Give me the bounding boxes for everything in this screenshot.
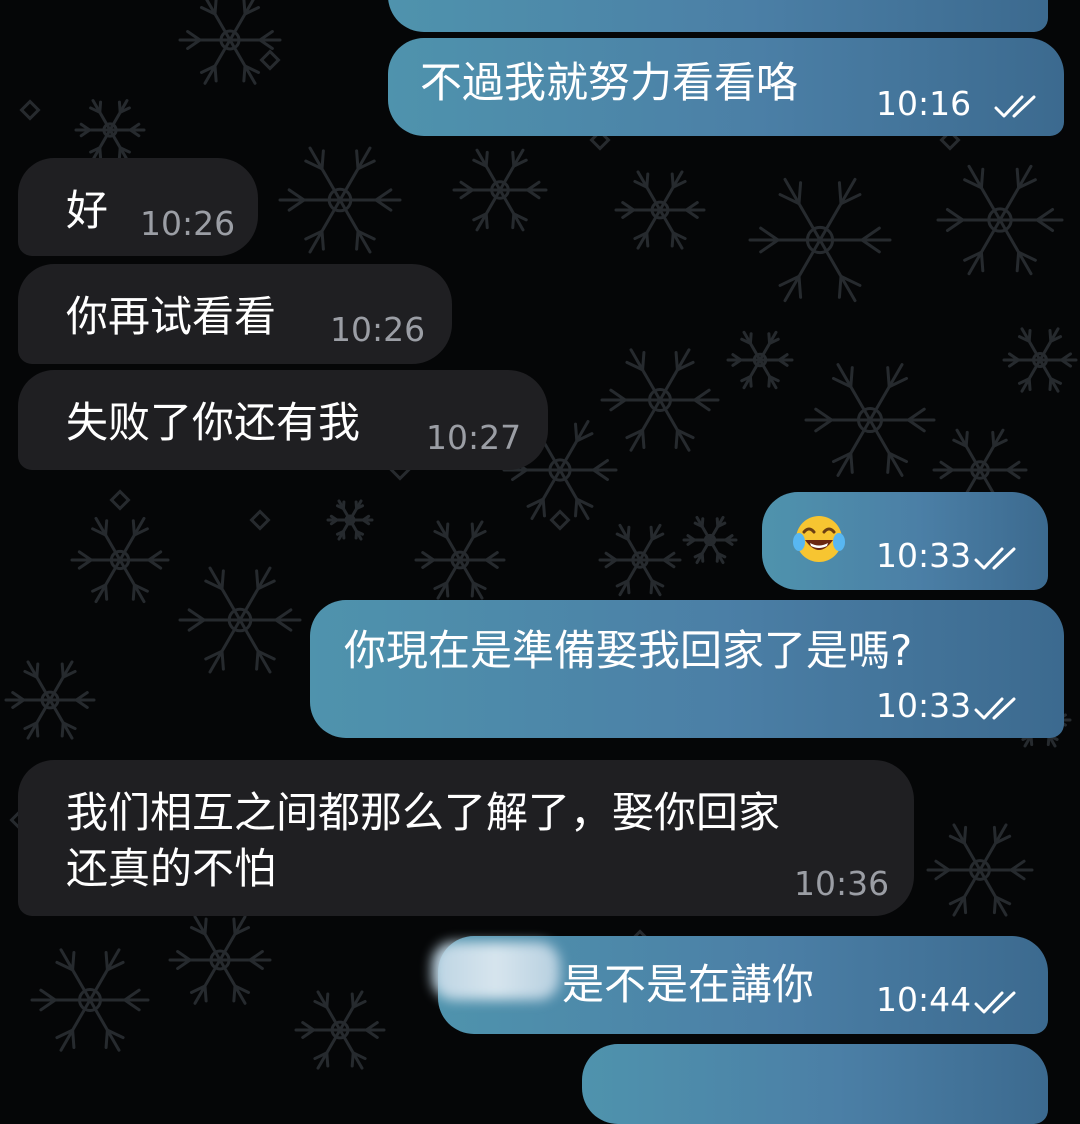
message-time: 10:36 (794, 864, 890, 903)
message-text: 失败了你还有我 (66, 398, 361, 447)
message-time: 10:27 (426, 418, 522, 457)
message-text: 你現在是準備娶我回家了是嗎? (344, 626, 913, 675)
message-time: 10:33 (876, 686, 972, 725)
face-with-tears-of-joy-icon (793, 516, 845, 562)
message-text: 好 (66, 186, 109, 235)
message-bubble-outgoing[interactable]: 你現在是準備娶我回家了是嗎? 10:33 (310, 600, 1064, 738)
message-text-line-2: 还真的不怕 (66, 844, 277, 893)
message-bubble-outgoing-clipped[interactable] (388, 0, 1048, 32)
message-bubble-incoming[interactable]: 我们相互之间都那么了解了，娶你回家 还真的不怕 10:36 (18, 760, 914, 916)
message-bubble-incoming[interactable]: 好 10:26 (18, 158, 258, 256)
message-bubble-outgoing[interactable]: 是不是在講你 10:44 (432, 936, 1048, 1034)
message-text: 不過我就努力看看咯 (420, 58, 799, 107)
message-bubble-incoming[interactable]: 失败了你还有我 10:27 (18, 370, 548, 470)
double-check-icon (994, 95, 1036, 118)
message-bubble-outgoing[interactable]: 10:33 (762, 492, 1048, 590)
double-check-icon (974, 547, 1016, 570)
message-time: 10:16 (876, 84, 972, 123)
redacted-text-blur (432, 942, 560, 1000)
message-time: 10:26 (140, 204, 236, 243)
message-text: 你再试看看 (66, 292, 277, 341)
message-time: 10:44 (876, 980, 972, 1019)
message-bubble-incoming[interactable]: 你再试看看 10:26 (18, 264, 452, 364)
message-bubble-outgoing[interactable]: 不過我就努力看看咯 10:16 (388, 38, 1064, 136)
message-time: 10:26 (330, 310, 426, 349)
message-text: 是不是在講你 (562, 960, 815, 1009)
double-check-icon (974, 991, 1016, 1014)
message-text-line-1: 我们相互之间都那么了解了，娶你回家 (66, 788, 781, 837)
message-time: 10:33 (876, 536, 972, 575)
double-check-icon (974, 697, 1016, 720)
message-bubble-outgoing-clipped[interactable] (582, 1044, 1048, 1124)
